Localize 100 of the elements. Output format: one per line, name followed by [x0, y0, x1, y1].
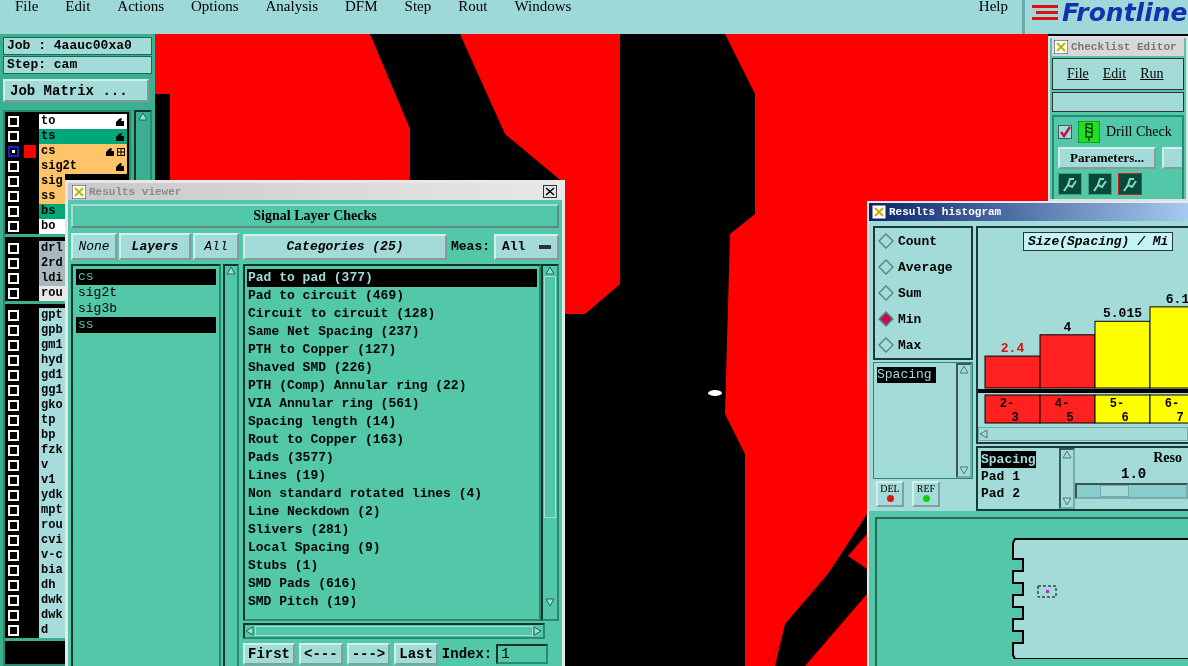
- menu-item[interactable]: DFM: [345, 0, 378, 15]
- scroll-down-icon[interactable]: [545, 598, 555, 608]
- measure-item[interactable]: Spacing: [877, 367, 936, 383]
- layer-label[interactable]: d: [39, 623, 65, 638]
- radio-button[interactable]: Count: [878, 232, 937, 250]
- field-item[interactable]: Spacing: [981, 451, 1036, 468]
- radio-button[interactable]: Max: [878, 336, 922, 354]
- category-item[interactable]: Same Net Spacing (237): [247, 323, 537, 341]
- scroll-thumb[interactable]: [544, 276, 556, 518]
- radio-button[interactable]: Average: [878, 258, 953, 276]
- layer-label[interactable]: cvi: [39, 533, 65, 548]
- layer-label[interactable]: gpb: [39, 323, 65, 338]
- layer-label[interactable]: bs: [39, 204, 65, 219]
- scroll-down-icon[interactable]: [1062, 497, 1072, 507]
- layer-label[interactable]: rou: [39, 518, 65, 533]
- scroll-right-icon[interactable]: [533, 626, 543, 636]
- layer-label[interactable]: hyd: [39, 353, 65, 368]
- layer-label[interactable]: bo: [39, 219, 65, 234]
- navigation-button[interactable]: <---: [299, 643, 343, 665]
- category-item[interactable]: Slivers (281): [247, 521, 537, 539]
- parameters-button[interactable]: Parameters...: [1058, 147, 1156, 169]
- layer-label[interactable]: gg1: [39, 383, 65, 398]
- menu-item[interactable]: Options: [191, 0, 239, 15]
- layer-label[interactable]: bp: [39, 428, 65, 443]
- category-item[interactable]: SMD Pitch (19): [247, 593, 537, 611]
- scrollbar[interactable]: [223, 264, 239, 666]
- category-item[interactable]: Non standard rotated lines (4): [247, 485, 537, 503]
- menu-item[interactable]: Step: [404, 0, 432, 15]
- categories-button[interactable]: Categories (25): [243, 233, 447, 260]
- menu-item[interactable]: Windows: [514, 0, 572, 15]
- layer-label[interactable]: rou: [39, 286, 65, 301]
- layer-label[interactable]: gd1: [39, 368, 65, 383]
- horizontal-scrollbar[interactable]: [243, 623, 545, 639]
- category-item[interactable]: Stubs (1): [247, 557, 537, 575]
- category-item[interactable]: Pads (3577): [247, 449, 537, 467]
- menu-item[interactable]: Actions: [117, 0, 164, 15]
- layer-label[interactable]: ss: [39, 189, 65, 204]
- category-item[interactable]: VIA Annular ring (561): [247, 395, 537, 413]
- layer-label[interactable]: tp: [39, 413, 65, 428]
- category-item[interactable]: Circuit to circuit (128): [247, 305, 537, 323]
- slider-thumb[interactable]: [1099, 485, 1129, 497]
- layer-label[interactable]: dwk: [39, 593, 65, 608]
- navigation-button[interactable]: First: [243, 643, 295, 665]
- menu-item[interactable]: Analysis: [265, 0, 319, 15]
- scrollbar[interactable]: [541, 264, 559, 621]
- layer-label[interactable]: sig2t: [39, 159, 128, 174]
- scrollbar[interactable]: [956, 363, 972, 478]
- layer-item[interactable]: sig3b: [76, 301, 216, 317]
- delete-button[interactable]: DEL: [876, 481, 904, 507]
- layer-label[interactable]: to: [39, 114, 128, 129]
- layer-label[interactable]: v1: [39, 473, 65, 488]
- scroll-up-icon[interactable]: [1062, 450, 1072, 460]
- category-item[interactable]: PTH to Copper (127): [247, 341, 537, 359]
- checkbox[interactable]: [1058, 125, 1072, 139]
- menu-item[interactable]: Run: [1140, 66, 1164, 82]
- layer-label[interactable]: sig: [39, 174, 65, 189]
- navigation-button[interactable]: --->: [346, 643, 391, 665]
- category-item[interactable]: Lines (19): [247, 467, 537, 485]
- layer-label[interactable]: gpt: [39, 308, 65, 323]
- category-item[interactable]: Pad to circuit (469): [247, 287, 537, 305]
- horizontal-scrollbar[interactable]: [978, 427, 1188, 441]
- radio-button[interactable]: Min: [878, 310, 922, 328]
- menu-item[interactable]: Edit: [65, 0, 91, 15]
- layer-label[interactable]: bia: [39, 563, 65, 578]
- layer-label[interactable]: cs: [39, 144, 128, 159]
- category-item[interactable]: Spacing length (14): [247, 413, 537, 431]
- close-icon[interactable]: [543, 185, 557, 198]
- job-matrix-button[interactable]: Job Matrix ...: [3, 79, 149, 102]
- category-item[interactable]: PTH (Comp) Annular ring (22): [247, 377, 537, 395]
- menu-item[interactable]: Edit: [1102, 66, 1127, 82]
- layer-label[interactable]: dh: [39, 578, 65, 593]
- layer-label[interactable]: gm1: [39, 338, 65, 353]
- index-field[interactable]: 1: [496, 644, 549, 664]
- menu-item[interactable]: Help: [978, 0, 1008, 15]
- layer-label[interactable]: v: [39, 458, 65, 473]
- layer-label[interactable]: mpt: [39, 503, 65, 518]
- layer-item[interactable]: ss: [76, 317, 216, 333]
- layer-label[interactable]: v-c: [39, 548, 65, 563]
- menu-item[interactable]: Rout: [458, 0, 488, 15]
- scroll-up-icon[interactable]: [138, 112, 149, 122]
- layer-label[interactable]: ts: [39, 129, 128, 144]
- layer-label[interactable]: gko: [39, 398, 65, 413]
- check-set-button[interactable]: Signal Layer Checks: [71, 204, 559, 228]
- layer-item[interactable]: sig2t: [76, 285, 216, 301]
- scroll-left-icon[interactable]: [245, 626, 255, 636]
- layer-filter-button[interactable]: All: [193, 233, 239, 260]
- scroll-left-icon[interactable]: [979, 429, 989, 440]
- meas-dropdown[interactable]: All: [494, 233, 559, 260]
- category-item[interactable]: SMD Pads (616): [247, 575, 537, 593]
- category-item[interactable]: Pad to pad (377): [247, 269, 537, 287]
- layer-checkbox[interactable]: [8, 146, 19, 157]
- refresh-button[interactable]: REF: [912, 481, 940, 507]
- layer-filter-button[interactable]: Layers: [119, 233, 191, 260]
- menu-item[interactable]: File: [1067, 66, 1089, 82]
- layer-label[interactable]: drl: [39, 241, 65, 256]
- menu-item[interactable]: File: [15, 0, 39, 15]
- category-item[interactable]: Local Spacing (9): [247, 539, 537, 557]
- layer-label[interactable]: ydk: [39, 488, 65, 503]
- layer-label[interactable]: 2rd: [39, 256, 65, 271]
- layer-item[interactable]: cs: [76, 269, 216, 285]
